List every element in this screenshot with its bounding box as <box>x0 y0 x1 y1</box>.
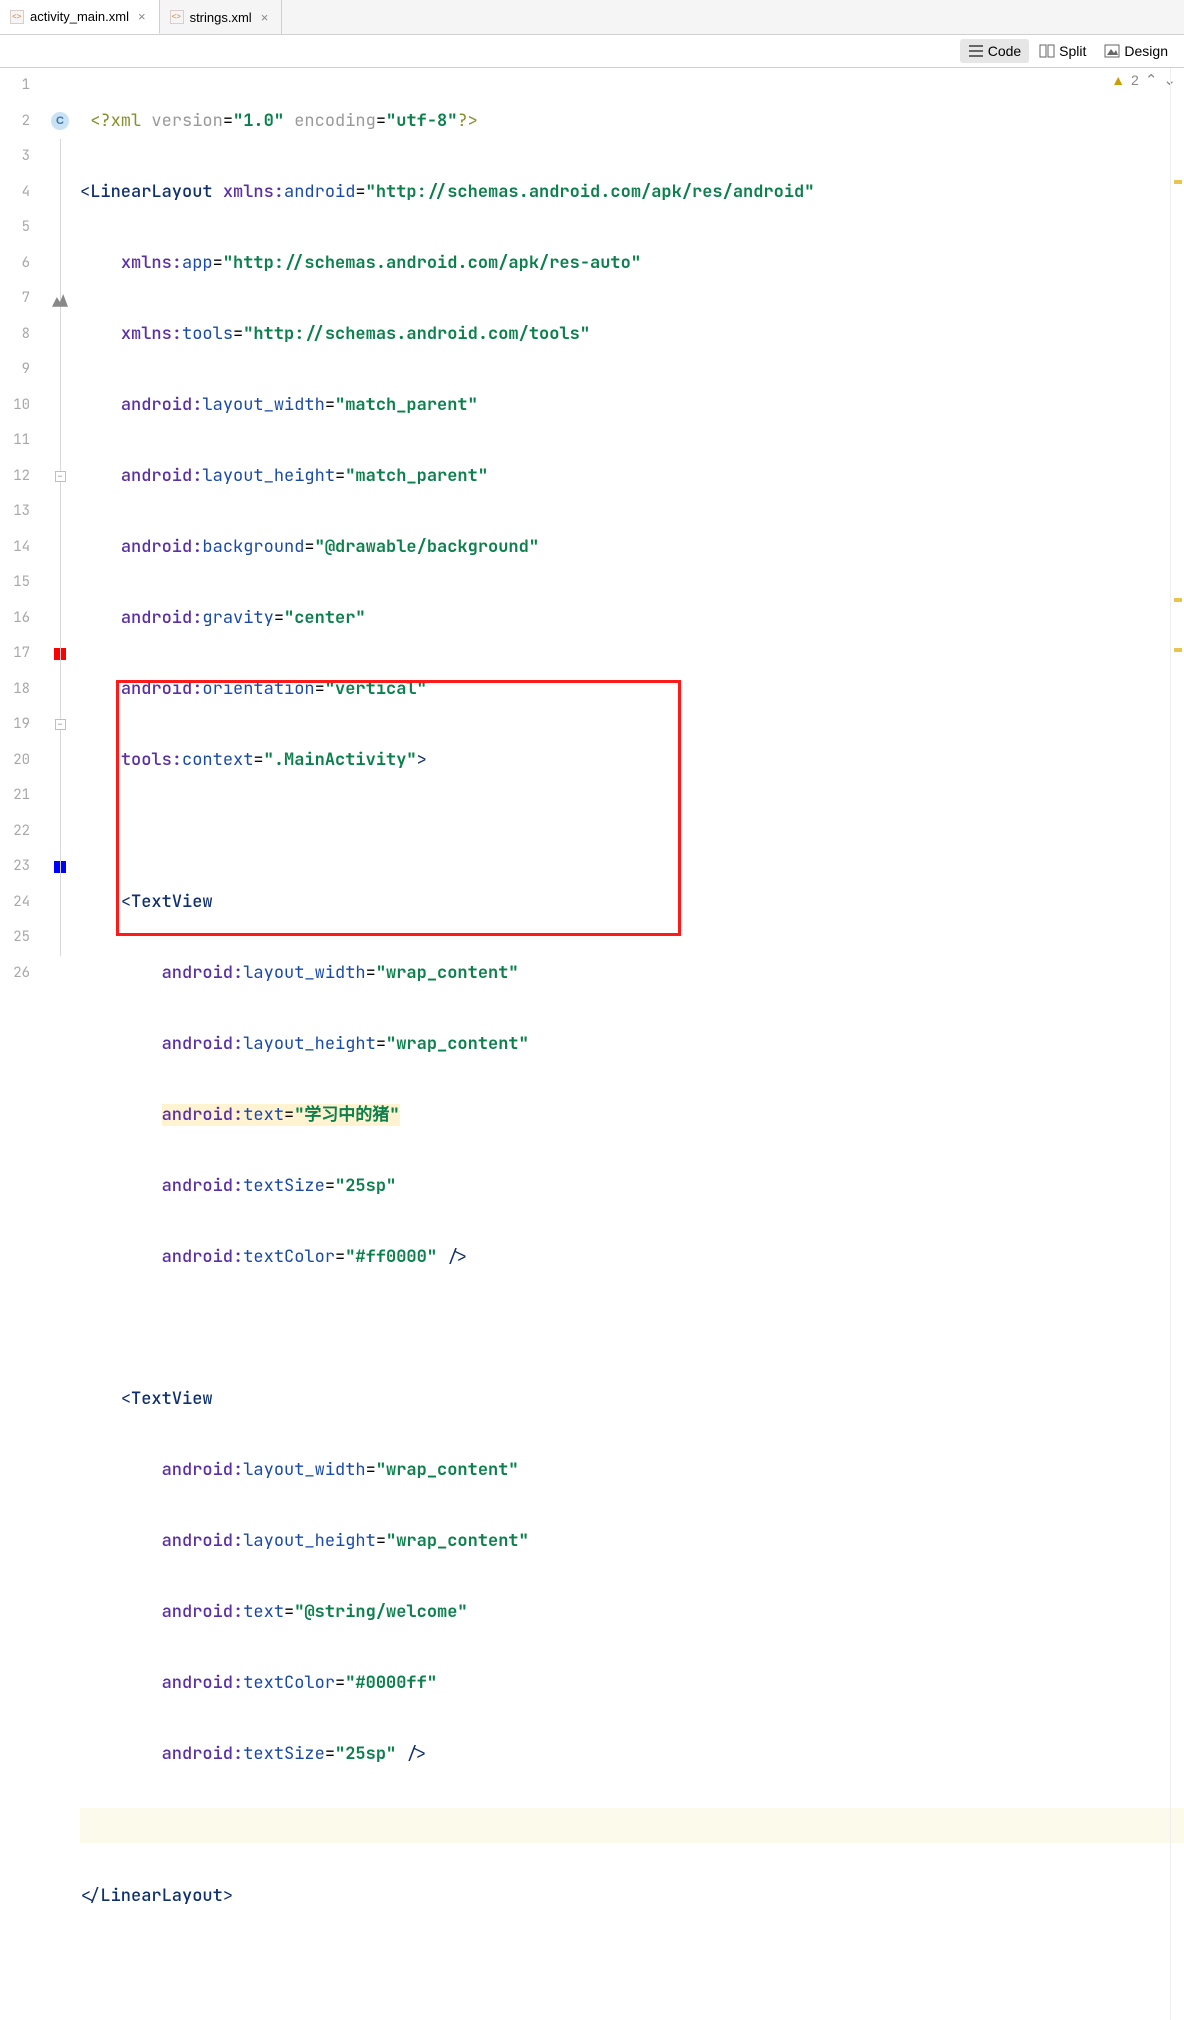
xml-file-icon <box>10 10 24 24</box>
code-line: android:textSize="25sp" /> <box>80 1737 1184 1773</box>
code-line <box>80 814 1184 850</box>
view-mode-design[interactable]: Design <box>1096 39 1176 63</box>
fold-toggle-icon[interactable]: − <box>55 471 66 482</box>
code-line: android:gravity="center" <box>80 601 1184 637</box>
code-line: <?xml version="1.0" encoding="utf-8"?> <box>80 104 1184 140</box>
lines-icon <box>968 43 984 59</box>
close-icon[interactable]: × <box>135 9 149 24</box>
view-mode-label: Code <box>988 43 1021 59</box>
xml-file-icon <box>170 10 184 24</box>
code-line: android:layout_height="wrap_content" <box>80 1027 1184 1063</box>
code-line: android:layout_height="match_parent" <box>80 459 1184 495</box>
split-icon <box>1039 43 1055 59</box>
view-mode-label: Design <box>1124 43 1168 59</box>
view-mode-bar: Code Split Design <box>0 35 1184 68</box>
view-mode-code[interactable]: Code <box>960 39 1029 63</box>
class-marker-icon: C <box>51 112 69 130</box>
code-line: </LinearLayout> <box>80 1879 1184 1915</box>
code-line: android:orientation="vertical" <box>80 672 1184 708</box>
code-line: android:textSize="25sp" <box>80 1169 1184 1205</box>
code-line: android:text="学习中的猪" <box>80 1098 1184 1134</box>
code-line: android:layout_width="match_parent" <box>80 388 1184 424</box>
fold-toggle-icon[interactable]: − <box>55 719 66 730</box>
code-line: tools:context=".MainActivity"> <box>80 743 1184 779</box>
code-line: <LinearLayout xmlns:android="http://sche… <box>80 175 1184 211</box>
code-line: <TextView <box>80 1382 1184 1418</box>
line-number-gutter: 123 456 789 101112 131415 161718 192021 … <box>0 68 40 2020</box>
code-area[interactable]: <?xml version="1.0" encoding="utf-8"?> <… <box>80 68 1184 2020</box>
code-line: android:layout_width="wrap_content" <box>80 1453 1184 1489</box>
code-line: android:background="@drawable/background… <box>80 530 1184 566</box>
code-line: xmlns:tools="http://schemas.android.com/… <box>80 317 1184 353</box>
code-line: android:textColor="#ff0000" /> <box>80 1240 1184 1276</box>
code-line <box>80 1311 1184 1347</box>
code-line: android:textColor="#0000ff" <box>80 1666 1184 1702</box>
editor-tab-bar: activity_main.xml × strings.xml × <box>0 0 1184 35</box>
code-line: android:layout_height="wrap_content" <box>80 1524 1184 1560</box>
code-line: android:text="@string/welcome" <box>80 1595 1184 1631</box>
tab-label: strings.xml <box>190 10 252 25</box>
code-editor[interactable]: ▲ 2 ⌃ ⌄ 123 456 789 101112 131415 161718… <box>0 68 1184 2020</box>
code-line: android:layout_width="wrap_content" <box>80 956 1184 992</box>
code-line: xmlns:app="http://schemas.android.com/ap… <box>80 246 1184 282</box>
code-line <box>80 1808 1184 1844</box>
image-icon <box>1104 43 1120 59</box>
tab-activity-main[interactable]: activity_main.xml × <box>0 0 160 34</box>
close-icon[interactable]: × <box>258 10 272 25</box>
tab-label: activity_main.xml <box>30 9 129 24</box>
marker-gutter: C − − <box>40 68 80 2020</box>
view-mode-split[interactable]: Split <box>1031 39 1094 63</box>
code-line: <TextView <box>80 885 1184 921</box>
view-mode-label: Split <box>1059 43 1086 59</box>
tab-strings-xml[interactable]: strings.xml × <box>160 0 283 34</box>
error-stripe[interactable] <box>1170 68 1184 2020</box>
